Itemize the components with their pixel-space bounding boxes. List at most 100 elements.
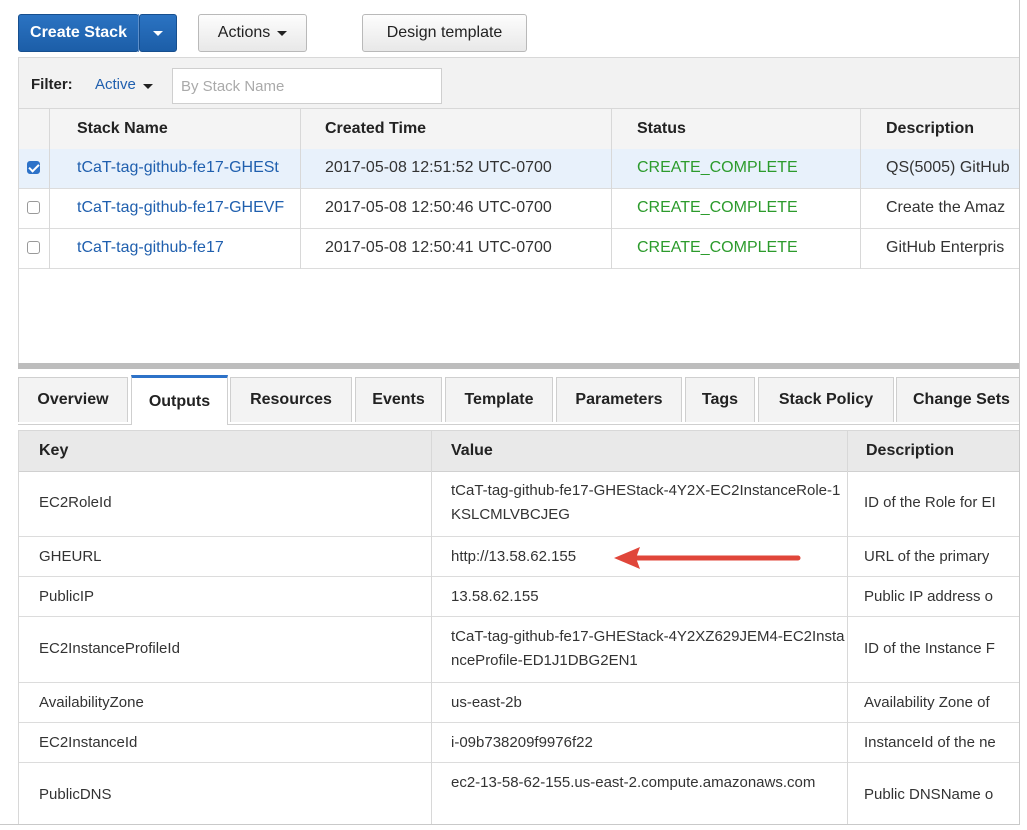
- output-value: ec2-13-58-62-155.us-east-2.compute.amazo…: [451, 774, 816, 791]
- output-key: AvailabilityZone: [39, 694, 144, 711]
- design-template-label: Design template: [386, 24, 503, 41]
- output-description: Public DNSName o: [864, 786, 994, 803]
- stack-name-search-input[interactable]: By Stack Name: [172, 68, 442, 104]
- design-template-button[interactable]: Design template: [362, 14, 527, 52]
- tab-label: Resources: [250, 391, 332, 408]
- output-row: PublicDNS ec2-13-58-62-155.us-east-2.com…: [19, 763, 1019, 824]
- search-placeholder: By Stack Name: [181, 78, 285, 95]
- column-divider: [860, 109, 861, 269]
- output-description: Availability Zone of: [864, 694, 990, 711]
- column-divider: [300, 109, 301, 269]
- column-divider: [49, 109, 50, 269]
- split-divider: [138, 14, 139, 52]
- output-value: us-east-2b: [451, 694, 522, 711]
- output-row: GHEURL http://13.58.62.155 URL of the pr…: [19, 537, 1019, 577]
- tab-label: Parameters: [575, 391, 663, 408]
- chevron-down-icon: [277, 30, 288, 36]
- output-description: InstanceId of the ne: [864, 734, 996, 751]
- tab-change-sets[interactable]: Change Sets: [896, 377, 1019, 422]
- output-row: EC2RoleId tCaT-tag-github-fe17-GHEStack-…: [19, 471, 1019, 537]
- tab-stack-policy[interactable]: Stack Policy: [758, 377, 894, 422]
- created-time: 2017-05-08 12:51:52 UTC-0700: [325, 159, 552, 176]
- stack-name-link[interactable]: tCaT-tag-github-fe17-GHEVF: [77, 199, 302, 217]
- tab-label: Template: [464, 391, 534, 408]
- chevron-down-icon: [142, 84, 153, 89]
- status-badge: CREATE_COMPLETE: [637, 239, 798, 256]
- output-key: EC2InstanceId: [39, 734, 138, 751]
- tab-events[interactable]: Events: [355, 377, 442, 422]
- column-header-value[interactable]: Value: [451, 442, 493, 460]
- stack-description: GitHub Enterpris: [886, 239, 1005, 256]
- row-checkbox[interactable]: [27, 241, 40, 254]
- created-time: 2017-05-08 12:50:46 UTC-0700: [325, 199, 552, 216]
- tab-label: Change Sets: [913, 391, 1010, 408]
- tab-parameters[interactable]: Parameters: [556, 377, 682, 422]
- stack-row[interactable]: tCaT-tag-github-fe17 2017-05-08 12:50:41…: [19, 229, 1019, 269]
- outputs-table-header: Key Value Description: [19, 431, 1019, 472]
- tab-template[interactable]: Template: [445, 377, 553, 422]
- filter-status-dropdown[interactable]: Active: [95, 76, 153, 93]
- tab-outputs[interactable]: Outputs: [131, 375, 228, 425]
- actions-button[interactable]: Actions: [198, 14, 307, 52]
- stack-name-link[interactable]: tCaT-tag-github-fe17: [77, 239, 302, 257]
- filter-bar: Filter: Active By Stack Name: [18, 57, 1019, 109]
- output-row: AvailabilityZone us-east-2b Availability…: [19, 683, 1019, 723]
- stack-row[interactable]: tCaT-tag-github-fe17-GHESt 2017-05-08 12…: [19, 149, 1019, 189]
- create-stack-dropdown-button[interactable]: [139, 14, 177, 52]
- output-description: ID of the Instance F: [864, 640, 995, 657]
- output-description: URL of the primary: [864, 548, 990, 565]
- output-key: EC2RoleId: [39, 494, 112, 511]
- output-description: Public IP address o: [864, 588, 993, 605]
- tab-label: Stack Policy: [778, 391, 874, 408]
- output-row: PublicIP 13.58.62.155 Public IP address …: [19, 577, 1019, 617]
- tab-label: Overview: [37, 391, 109, 408]
- output-key: PublicIP: [39, 588, 95, 605]
- stack-row[interactable]: tCaT-tag-github-fe17-GHEVF 2017-05-08 12…: [19, 189, 1019, 229]
- stacks-table: Stack Name Created Time Status Descripti…: [18, 108, 1019, 364]
- annotation-arrow-icon: [614, 547, 801, 569]
- detail-tabs: Overview Outputs Resources Events Templa…: [18, 374, 1019, 425]
- pane-splitter[interactable]: [18, 363, 1019, 369]
- actions-label: Actions: [217, 24, 271, 41]
- stacks-table-header: Stack Name Created Time Status Descripti…: [19, 109, 1019, 150]
- status-badge: CREATE_COMPLETE: [637, 159, 798, 176]
- column-divider: [611, 109, 612, 269]
- created-time: 2017-05-08 12:50:41 UTC-0700: [325, 239, 552, 256]
- tab-label: Events: [372, 391, 425, 408]
- column-header-created-time[interactable]: Created Time: [325, 120, 426, 138]
- stack-description: QS(5005) GitHub: [886, 159, 1010, 176]
- output-description: ID of the Role for EI: [864, 494, 996, 511]
- row-checkbox[interactable]: [27, 161, 40, 174]
- column-header-status[interactable]: Status: [637, 120, 686, 138]
- tab-label: Outputs: [148, 392, 211, 410]
- tab-tags[interactable]: Tags: [685, 377, 755, 422]
- tab-label: Tags: [701, 391, 739, 408]
- chevron-down-icon: [153, 30, 163, 36]
- output-value: 13.58.62.155: [451, 588, 539, 605]
- tab-resources[interactable]: Resources: [230, 377, 352, 422]
- column-divider: [431, 431, 432, 824]
- cloudformation-console: Create Stack Actions Design template Fil…: [0, 0, 1020, 825]
- stack-name-link[interactable]: tCaT-tag-github-fe17-GHESt: [77, 159, 302, 177]
- create-stack-label: Create Stack: [30, 24, 127, 41]
- output-value: tCaT-tag-github-fe17-GHEStack-4Y2X-EC2In…: [451, 482, 841, 523]
- create-stack-button[interactable]: Create Stack: [18, 14, 139, 52]
- output-row: EC2InstanceProfileId tCaT-tag-github-fe1…: [19, 617, 1019, 683]
- output-key: GHEURL: [39, 548, 102, 565]
- tab-overview[interactable]: Overview: [18, 377, 128, 422]
- stack-description: Create the Amaz: [886, 199, 1006, 216]
- column-header-key[interactable]: Key: [39, 442, 68, 460]
- column-header-description[interactable]: Description: [886, 120, 974, 138]
- column-header-description[interactable]: Description: [866, 442, 954, 460]
- filter-status-label: Active: [95, 76, 136, 93]
- filter-label: Filter:: [31, 76, 73, 93]
- column-header-stack-name[interactable]: Stack Name: [77, 120, 168, 138]
- output-key: PublicDNS: [39, 786, 112, 803]
- output-value: i-09b738209f9976f22: [451, 734, 593, 751]
- status-badge: CREATE_COMPLETE: [637, 199, 798, 216]
- outputs-table: Key Value Description EC2RoleId tCaT-tag…: [18, 430, 1019, 824]
- output-key: EC2InstanceProfileId: [39, 640, 180, 657]
- row-checkbox[interactable]: [27, 201, 40, 214]
- column-divider: [847, 431, 848, 824]
- output-value: tCaT-tag-github-fe17-GHEStack-4Y2XZ629JE…: [451, 628, 845, 669]
